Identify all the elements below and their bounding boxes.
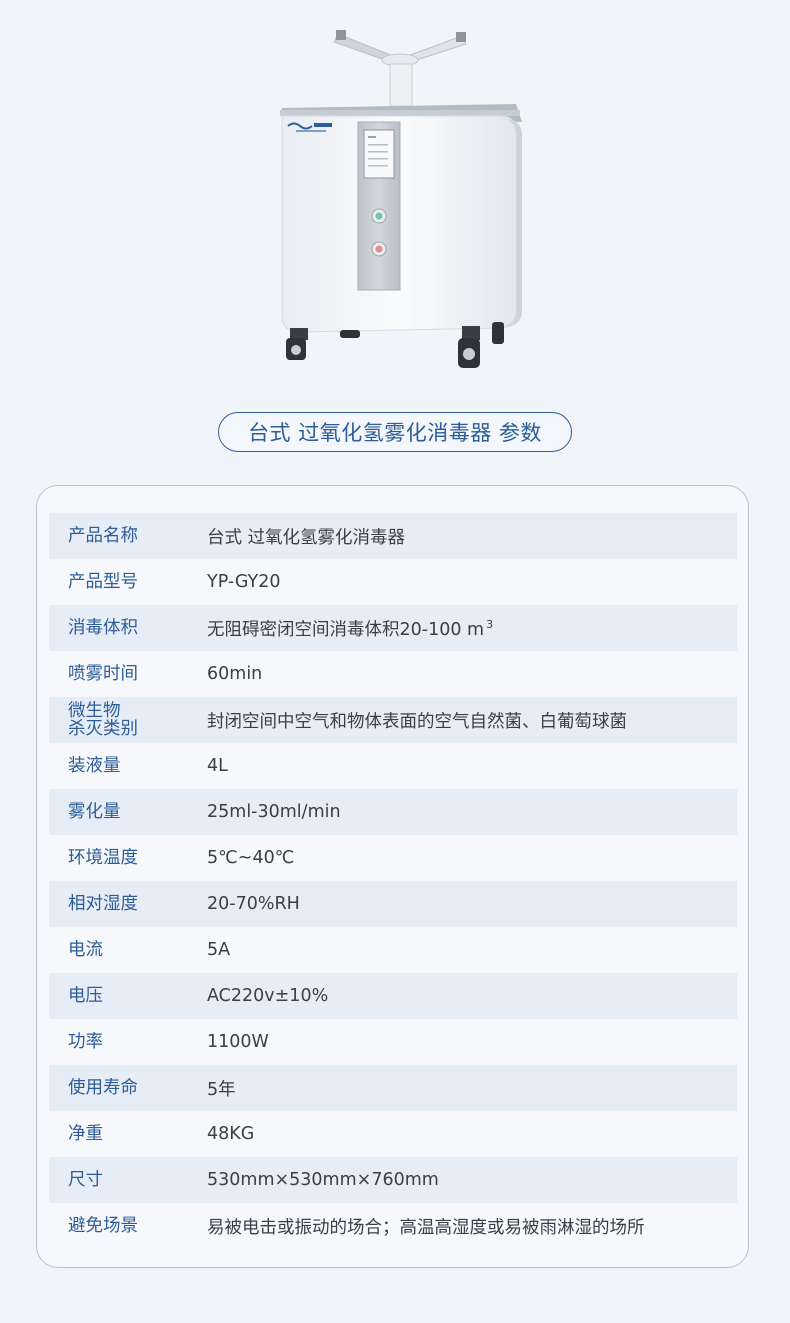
spec-label: 功率 [68, 1032, 103, 1052]
spec-value: 易被电击或振动的场合；高温高湿度或易被雨淋湿的场所 [207, 1217, 645, 1238]
spec-label: 电流 [68, 940, 103, 960]
spec-row-product-name: 产品名称 台式 过氧化氢雾化消毒器 [49, 513, 737, 559]
spec-row-microbe-category: 微生物 杀灭类别 封闭空间中空气和物体表面的空气自然菌、白葡萄球菌 [49, 697, 737, 743]
spec-row-volume: 消毒体积 无阻碍密闭空间消毒体积20-100 m3 [49, 605, 737, 651]
spec-label-line-1: 微生物 [68, 701, 121, 721]
spec-row-net-weight: 净重 48KG [49, 1111, 737, 1157]
superscript-unit: 3 [486, 617, 494, 631]
spec-row-relative-humidity: 相对湿度 20-70%RH [49, 881, 737, 927]
spec-label: 避免场景 [68, 1216, 138, 1236]
spec-label: 电压 [68, 986, 103, 1006]
spec-label: 相对湿度 [68, 894, 138, 914]
spec-label: 喷雾时间 [68, 664, 138, 684]
spec-table: 产品名称 台式 过氧化氢雾化消毒器 产品型号 YP-GY20 消毒体积 无阻碍密… [49, 513, 737, 1249]
spec-value: 5A [207, 940, 231, 960]
spec-row-ambient-temperature: 环境温度 5℃~40℃ [49, 835, 737, 881]
spec-row-spray-time: 喷雾时间 60min [49, 651, 737, 697]
spec-row-model: 产品型号 YP-GY20 [49, 559, 737, 605]
spec-label: 雾化量 [68, 802, 121, 822]
spec-value: 1100W [207, 1032, 269, 1052]
spec-label: 尺寸 [68, 1170, 103, 1190]
product-image [280, 30, 522, 368]
spec-value: 无阻碍密闭空间消毒体积20-100 m3 [207, 616, 493, 641]
spec-value: 530mm×530mm×760mm [207, 1170, 439, 1190]
spec-label: 环境温度 [68, 848, 138, 868]
spec-row-current: 电流 5A [49, 927, 737, 973]
spec-value-text: 无阻碍密闭空间消毒体积20-100 m [207, 619, 485, 640]
spec-value: 5年 [207, 1079, 236, 1100]
spec-row-atomization-rate: 雾化量 25ml-30ml/min [49, 789, 737, 835]
spec-row-dimensions: 尺寸 530mm×530mm×760mm [49, 1157, 737, 1203]
page-title: 台式 过氧化氢雾化消毒器 参数 [248, 421, 542, 445]
spec-label: 净重 [68, 1124, 103, 1144]
spec-value: YP-GY20 [207, 572, 281, 592]
spec-label: 使用寿命 [68, 1078, 138, 1098]
spec-row-service-life: 使用寿命 5年 [49, 1065, 737, 1111]
spec-value: 20-70%RH [207, 894, 300, 914]
spec-row-avoid-scenarios: 避免场景 易被电击或振动的场合；高温高湿度或易被雨淋湿的场所 [49, 1203, 737, 1249]
spec-value: 4L [207, 756, 228, 776]
title-pill: 台式 过氧化氢雾化消毒器 参数 [218, 412, 572, 452]
spec-value: 5℃~40℃ [207, 848, 295, 868]
spec-label-line-2: 杀灭类别 [68, 719, 138, 739]
spec-value: 封闭空间中空气和物体表面的空气自然菌、白葡萄球菌 [207, 711, 627, 732]
spec-label: 装液量 [68, 756, 121, 776]
spec-value: 台式 过氧化氢雾化消毒器 [207, 527, 406, 548]
spec-card: 产品名称 台式 过氧化氢雾化消毒器 产品型号 YP-GY20 消毒体积 无阻碍密… [36, 485, 749, 1268]
spec-label: 微生物 杀灭类别 [49, 702, 207, 738]
spec-label: 消毒体积 [68, 618, 138, 638]
spec-row-voltage: 电压 AC220v±10% [49, 973, 737, 1019]
spec-value: 60min [207, 664, 263, 684]
spec-value: 25ml-30ml/min [207, 802, 341, 822]
spec-row-power: 功率 1100W [49, 1019, 737, 1065]
spec-value: AC220v±10% [207, 986, 329, 1006]
spec-row-liquid-capacity: 装液量 4L [49, 743, 737, 789]
spec-label: 产品名称 [68, 526, 138, 546]
spec-value: 48KG [207, 1124, 255, 1144]
spec-label: 产品型号 [68, 572, 138, 592]
